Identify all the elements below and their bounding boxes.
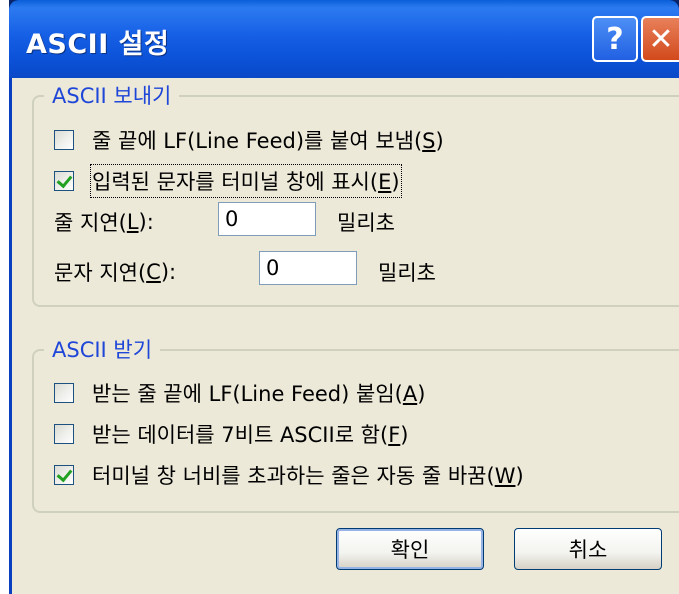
ok-button[interactable]: 확인 [336, 528, 484, 570]
wrap-lines-checkbox[interactable] [54, 465, 74, 485]
help-icon: ? [606, 21, 624, 57]
wrap-lines-label: 터미널 창 너비를 초과하는 줄은 자동 줄 바꿈(W) [92, 464, 524, 488]
char-delay-unit: 밀리초 [378, 261, 436, 285]
line-delay-unit: 밀리초 [337, 211, 395, 235]
force-7bit-checkbox[interactable] [54, 424, 74, 444]
force-7bit-label: 받는 데이터를 7비트 ASCII로 함(F) [92, 423, 409, 447]
ascii-receive-group: ASCII 받기 받는 줄 끝에 LF(Line Feed) 붙임(A) 받는 … [32, 336, 679, 513]
append-lf-send-option[interactable]: 줄 끝에 LF(Line Feed)를 붙여 보냄(S) [54, 125, 444, 155]
echo-typed-checkbox[interactable] [54, 171, 74, 191]
force-7bit-option[interactable]: 받는 데이터를 7비트 ASCII로 함(F) [54, 419, 409, 449]
append-lf-send-checkbox[interactable] [54, 130, 74, 150]
wrap-lines-option[interactable]: 터미널 창 너비를 초과하는 줄은 자동 줄 바꿈(W) [54, 460, 524, 490]
append-lf-receive-label: 받는 줄 끝에 LF(Line Feed) 붙임(A) [92, 382, 426, 406]
append-lf-receive-option[interactable]: 받는 줄 끝에 LF(Line Feed) 붙임(A) [54, 378, 425, 408]
cancel-button[interactable]: 취소 [514, 528, 662, 570]
line-delay-input[interactable]: 0 [218, 202, 316, 236]
char-delay-input[interactable]: 0 [259, 251, 357, 285]
append-lf-send-label: 줄 끝에 LF(Line Feed)를 붙여 보냄(S) [92, 129, 444, 153]
echo-typed-label: 입력된 문자를 터미널 창에 표시(E) [90, 164, 402, 198]
char-delay-label: 문자 지연(C): [54, 260, 177, 285]
close-button[interactable]: ✕ [641, 16, 679, 62]
line-delay-label: 줄 지연(L): [54, 210, 154, 235]
append-lf-receive-checkbox[interactable] [54, 383, 74, 403]
ascii-send-legend: ASCII 보내기 [44, 82, 180, 110]
echo-typed-option[interactable]: 입력된 문자를 터미널 창에 표시(E) [54, 164, 402, 198]
ascii-settings-dialog: ASCII 설정 ? ✕ ASCII 보내기 줄 끝에 LF(Line Feed… [9, 0, 679, 594]
ascii-receive-legend: ASCII 받기 [44, 336, 161, 364]
title-bar[interactable]: ASCII 설정 ? ✕ [9, 0, 679, 78]
help-button[interactable]: ? [592, 16, 638, 62]
window-title: ASCII 설정 [26, 29, 170, 60]
dialog-body: ASCII 보내기 줄 끝에 LF(Line Feed)를 붙여 보냄(S) 입… [9, 78, 679, 594]
close-icon: ✕ [648, 21, 674, 57]
ascii-send-group: ASCII 보내기 줄 끝에 LF(Line Feed)를 붙여 보냄(S) 입… [32, 82, 679, 307]
